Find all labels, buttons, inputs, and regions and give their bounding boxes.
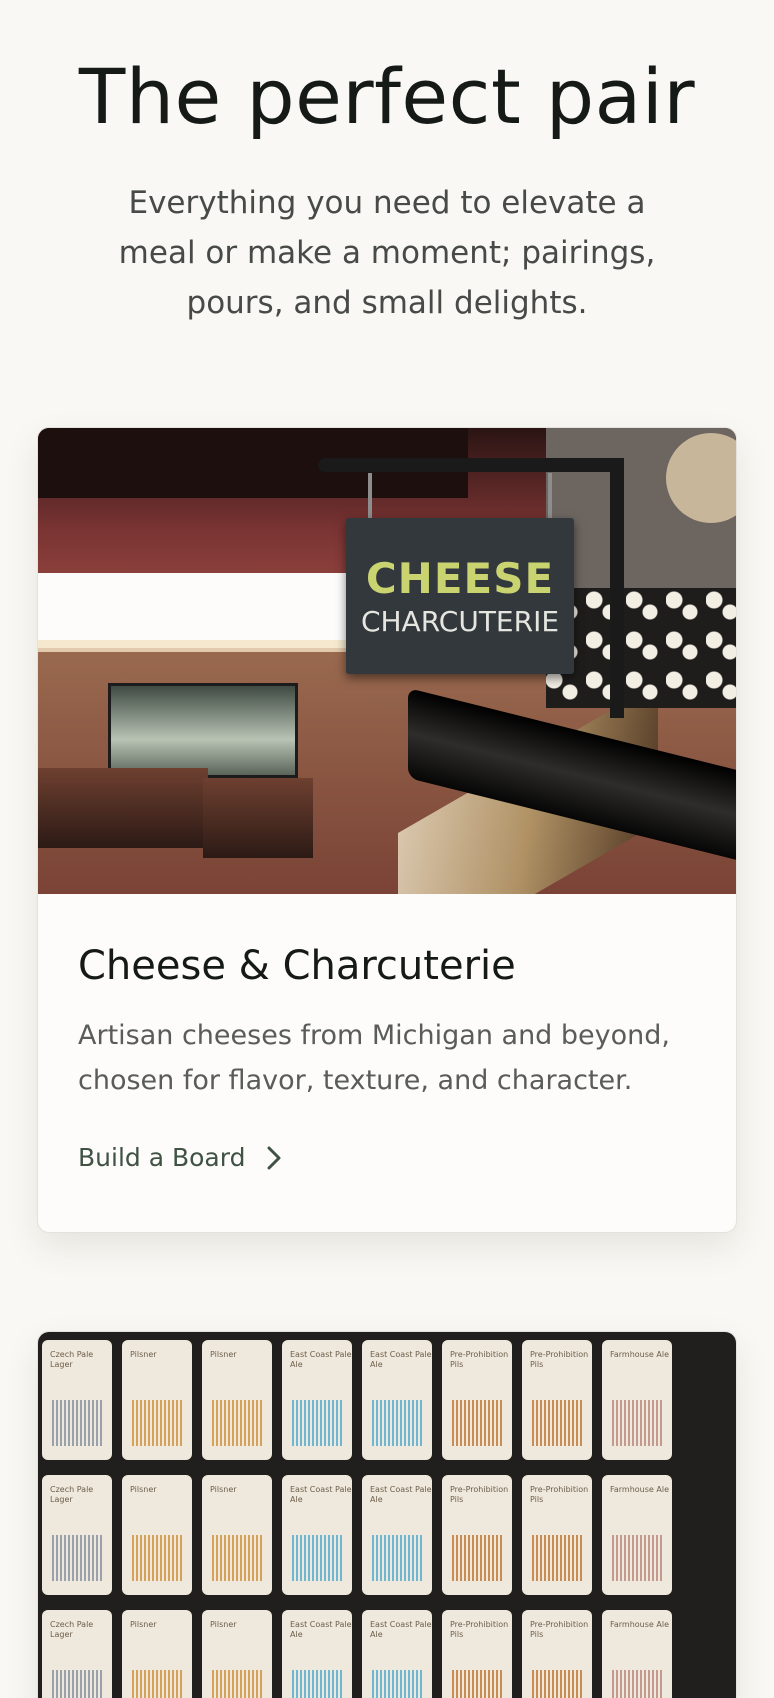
chevron-right-icon	[267, 1146, 281, 1170]
link-label: Build a Board	[78, 1143, 246, 1172]
sign-arm	[318, 458, 618, 472]
can-stripes	[532, 1670, 582, 1698]
can-label: Pre-Prohibition Pils	[450, 1620, 509, 1639]
sign-line-1: CHEESE	[365, 554, 555, 603]
beer-can: Czech Pale Lager	[42, 1610, 112, 1698]
can-label: East Coast Pale Ale	[370, 1620, 432, 1639]
beer-can: Pilsner	[202, 1475, 272, 1595]
can-label: Pilsner	[210, 1485, 237, 1494]
image-cooler	[108, 683, 298, 778]
card-beer[interactable]: Czech Pale Lager Pilsner Pilsner East Coast…	[37, 1331, 737, 1698]
beer-can: Pilsner	[122, 1340, 192, 1460]
card-cheese-charcuterie[interactable]: CHEESE CHARCUTERIE Cheese & Charcuterie …	[37, 427, 737, 1233]
can-stripes	[212, 1535, 262, 1581]
can-label: Pre-Prohibition Pils	[530, 1350, 589, 1369]
beer-can: Pilsner	[202, 1340, 272, 1460]
can-label: Pre-Prohibition Pils	[450, 1350, 509, 1369]
cheese-shop-image: CHEESE CHARCUTERIE	[38, 428, 736, 894]
can-stripes	[452, 1535, 502, 1581]
can-stripes	[52, 1535, 102, 1581]
can-label: East Coast Pale Ale	[370, 1485, 432, 1504]
can-stripes	[452, 1400, 502, 1446]
can-stripes	[292, 1400, 342, 1446]
can-stripes	[132, 1400, 182, 1446]
image-counter	[38, 768, 208, 848]
page-subtitle: Everything you need to elevate a meal or…	[118, 185, 656, 321]
can-stripes	[292, 1535, 342, 1581]
can-stripes	[132, 1670, 182, 1698]
can-label: Pre-Prohibition Pils	[530, 1485, 589, 1504]
page-title: The perfect pair	[78, 52, 696, 141]
beer-can: Pilsner	[122, 1475, 192, 1595]
beer-can: Farmhouse Ale	[602, 1340, 672, 1460]
beer-can: Czech Pale Lager	[42, 1340, 112, 1460]
cheese-sign: CHEESE CHARCUTERIE	[346, 518, 574, 674]
beer-can: Pre-Prohibition Pils	[522, 1475, 592, 1595]
beer-can: Pre-Prohibition Pils	[442, 1475, 512, 1595]
sign-chain	[548, 473, 552, 518]
image-counter	[203, 778, 313, 858]
build-a-board-link[interactable]: Build a Board	[78, 1143, 281, 1172]
beer-can: Farmhouse Ale	[602, 1475, 672, 1595]
can-stripes	[612, 1670, 662, 1698]
card-description: Artisan cheeses from Michigan and beyond…	[78, 1020, 670, 1096]
beer-can: East Coast Pale Ale	[362, 1475, 432, 1595]
can-label: Farmhouse Ale	[610, 1620, 669, 1629]
sign-chain	[368, 473, 372, 518]
can-label: Pre-Prohibition Pils	[530, 1620, 589, 1639]
beer-can: Pre-Prohibition Pils	[522, 1610, 592, 1698]
beer-can: Pre-Prohibition Pils	[442, 1610, 512, 1698]
can-stripes	[52, 1400, 102, 1446]
can-stripes	[372, 1670, 422, 1698]
can-stripes	[372, 1535, 422, 1581]
can-label: Pre-Prohibition Pils	[450, 1485, 509, 1504]
can-label: Pilsner	[130, 1350, 157, 1359]
can-stripes	[292, 1670, 342, 1698]
card-title: Cheese & Charcuterie	[78, 943, 516, 989]
sign-post	[610, 458, 624, 718]
can-label: Pilsner	[130, 1485, 157, 1494]
beer-can: Pilsner	[202, 1610, 272, 1698]
can-stripes	[612, 1400, 662, 1446]
can-label: Czech Pale Lager	[50, 1350, 94, 1369]
image-box-pattern	[546, 588, 736, 708]
can-label: East Coast Pale Ale	[290, 1620, 352, 1639]
can-stripes	[372, 1400, 422, 1446]
beer-can: East Coast Pale Ale	[362, 1340, 432, 1460]
beer-can: Pre-Prohibition Pils	[442, 1340, 512, 1460]
can-label: Pilsner	[210, 1620, 237, 1629]
beer-can: East Coast Pale Ale	[362, 1610, 432, 1698]
can-stripes	[612, 1535, 662, 1581]
can-label: Pilsner	[210, 1350, 237, 1359]
can-label: Farmhouse Ale	[610, 1485, 669, 1494]
can-label: East Coast Pale Ale	[290, 1350, 352, 1369]
can-stripes	[532, 1400, 582, 1446]
can-label: Farmhouse Ale	[610, 1350, 669, 1359]
beer-can: East Coast Pale Ale	[282, 1610, 352, 1698]
beer-can: Pilsner	[122, 1610, 192, 1698]
beer-can: East Coast Pale Ale	[282, 1475, 352, 1595]
beer-can: Czech Pale Lager	[42, 1475, 112, 1595]
can-stripes	[532, 1535, 582, 1581]
beer-cans-image: Czech Pale Lager Pilsner Pilsner East Coast…	[38, 1332, 736, 1698]
beer-can: Farmhouse Ale	[602, 1610, 672, 1698]
can-stripes	[212, 1670, 262, 1698]
can-stripes	[52, 1670, 102, 1698]
can-label: East Coast Pale Ale	[370, 1350, 432, 1369]
can-label: East Coast Pale Ale	[290, 1485, 352, 1504]
beer-can: Pre-Prohibition Pils	[522, 1340, 592, 1460]
can-label: Czech Pale Lager	[50, 1620, 94, 1639]
can-stripes	[132, 1535, 182, 1581]
beer-can: East Coast Pale Ale	[282, 1340, 352, 1460]
can-stripes	[212, 1400, 262, 1446]
can-stripes	[452, 1670, 502, 1698]
can-label: Pilsner	[130, 1620, 157, 1629]
sign-line-2: CHARCUTERIE	[360, 605, 560, 638]
can-label: Czech Pale Lager	[50, 1485, 94, 1504]
